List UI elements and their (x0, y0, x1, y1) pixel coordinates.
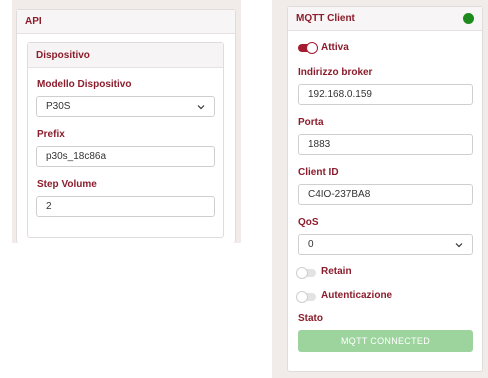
mqtt-connected-button[interactable]: MQTT CONNECTED (298, 330, 473, 352)
broker-label: Indirizzo broker (298, 67, 373, 78)
device-card-title: Dispositivo (28, 43, 223, 68)
api-card: API Dispositivo Modello Dispositivo P30S… (16, 9, 236, 243)
auth-toggle[interactable] (296, 291, 316, 303)
chevron-down-icon (197, 105, 205, 110)
device-card: Dispositivo Modello Dispositivo P30S Pre… (27, 42, 224, 238)
port-label: Porta (298, 117, 324, 128)
model-select-value: P30S (46, 101, 71, 112)
step-volume-input[interactable]: 2 (36, 196, 215, 217)
client-id-input[interactable]: C4IO-237BA8 (298, 184, 473, 205)
chevron-down-icon (455, 243, 463, 248)
prefix-input[interactable]: p30s_18c86a (36, 146, 215, 167)
qos-select[interactable]: 0 (298, 234, 473, 255)
auth-label: Autenticazione (321, 290, 393, 301)
active-toggle[interactable] (298, 42, 318, 54)
model-select[interactable]: P30S (36, 96, 215, 117)
toggle-knob (306, 42, 318, 54)
status-label: Stato (298, 313, 323, 324)
right-column: MQTT Client Attiva Indirizzo broker 192.… (272, 0, 488, 378)
retain-toggle[interactable] (296, 267, 316, 279)
port-input[interactable]: 1883 (298, 134, 473, 155)
mqtt-card: MQTT Client Attiva Indirizzo broker 192.… (287, 6, 483, 372)
client-id-label: Client ID (298, 167, 339, 178)
broker-input-value: 192.168.0.159 (308, 89, 372, 100)
prefix-input-value: p30s_18c86a (46, 151, 107, 162)
qos-label: QoS (298, 217, 319, 228)
broker-input[interactable]: 192.168.0.159 (298, 84, 473, 105)
port-input-value: 1883 (308, 139, 331, 150)
model-label: Modello Dispositivo (37, 79, 132, 90)
client-id-input-value: C4IO-237BA8 (308, 189, 371, 200)
toggle-knob (296, 267, 308, 279)
retain-label: Retain (321, 266, 352, 277)
step-volume-label: Step Volume (37, 179, 97, 190)
mqtt-card-title: MQTT Client (288, 7, 482, 31)
status-indicator (463, 13, 474, 24)
prefix-label: Prefix (37, 129, 65, 140)
active-label: Attiva (321, 42, 349, 53)
qos-select-value: 0 (308, 239, 314, 250)
api-card-title: API (17, 10, 235, 34)
left-column: API Dispositivo Modello Dispositivo P30S… (12, 0, 241, 243)
step-volume-input-value: 2 (46, 201, 52, 212)
toggle-knob (296, 291, 308, 303)
